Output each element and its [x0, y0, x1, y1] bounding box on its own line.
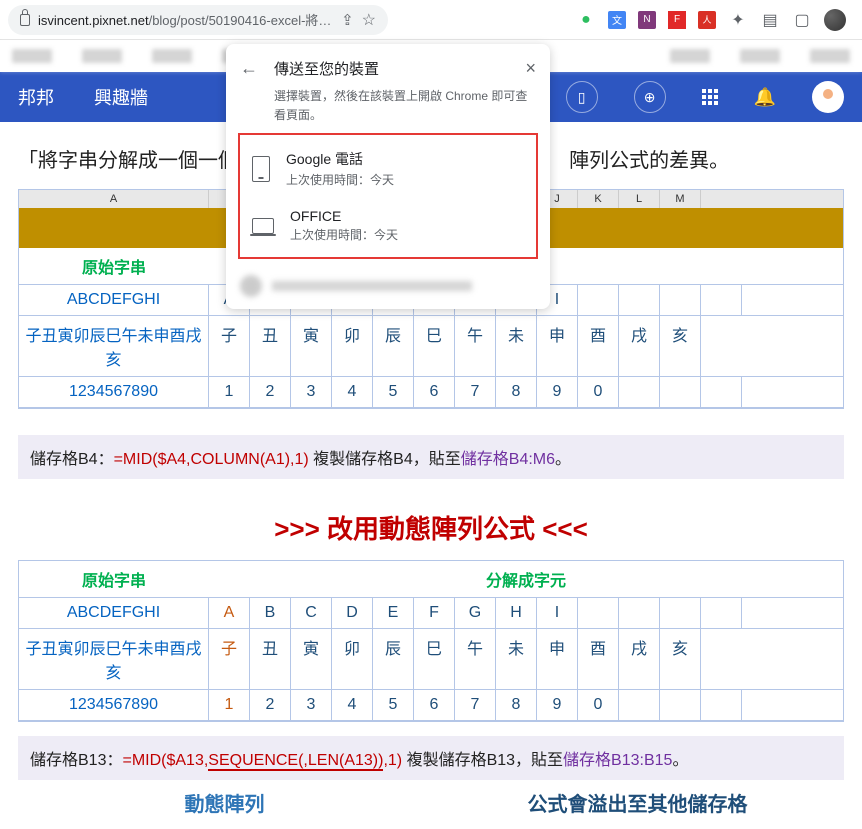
lock-icon	[20, 14, 30, 26]
share-icon[interactable]: ⇪	[341, 11, 354, 29]
user-avatar[interactable]	[812, 81, 844, 113]
window-icon[interactable]: ▢	[792, 10, 812, 30]
bottom-labels: 動態陣列 公式會溢出至其他儲存格	[18, 788, 844, 817]
excel-table-2: 原始字串 分解成字元 ABCDEFGHIABCDEFGHI子丑寅卯辰巳午未申酉戌…	[18, 560, 844, 722]
phone-icon	[252, 156, 270, 182]
nav-bangbang[interactable]: 邦邦	[18, 84, 54, 110]
device-name: OFFICE	[290, 208, 398, 224]
flipboard-icon[interactable]: F	[668, 11, 686, 29]
star-icon[interactable]: ☆	[362, 10, 376, 30]
table-row: 子丑寅卯辰巳午未申酉戌亥子丑寅卯辰巳午未申酉戌亥	[19, 315, 843, 376]
url-text: isvincent.pixnet.net/blog/post/50190416-…	[38, 10, 333, 29]
pdf-icon[interactable]: 人	[698, 11, 716, 29]
back-arrow-icon[interactable]: ←	[240, 58, 258, 79]
popup-subtitle: 選擇裝置，然後在該裝置上開啟 Chrome 即可查看頁面。	[226, 87, 550, 125]
formula-1: 儲存格B4：=MID($A4,COLUMN(A1),1) 複製儲存格B4，貼至儲…	[18, 435, 844, 479]
device-list: Google 電話 上次使用時間：今天 OFFICE 上次使用時間：今天	[238, 133, 538, 259]
device-sub: 上次使用時間：今天	[290, 226, 398, 243]
bell-icon[interactable]: 🔔	[754, 87, 776, 108]
chrome-address-bar: isvincent.pixnet.net/blog/post/50190416-…	[0, 0, 862, 40]
device-name: Google 電話	[286, 149, 394, 169]
bookmark-circle-icon[interactable]: ▯	[566, 81, 598, 113]
search-circle-icon[interactable]: ⊕	[634, 81, 666, 113]
send-to-device-popup: ← 傳送至您的裝置 × 選擇裝置，然後在該裝置上開啟 Chrome 即可查看頁面…	[226, 44, 550, 309]
table-row: ABCDEFGHIABCDEFGHI	[19, 597, 843, 628]
evernote-icon[interactable]: ●	[576, 10, 596, 30]
subheader-row: 原始字串 分解成字元	[19, 561, 843, 597]
formula-2: 儲存格B13：=MID($A13,SEQUENCE(,LEN(A13)),1) …	[18, 736, 844, 780]
extensions-icon[interactable]: ✦	[728, 10, 748, 30]
translate-icon[interactable]: 文	[608, 11, 626, 29]
url-box[interactable]: isvincent.pixnet.net/blog/post/50190416-…	[8, 5, 388, 35]
popup-title: 傳送至您的裝置	[274, 58, 379, 79]
device-google-phone[interactable]: Google 電話 上次使用時間：今天	[242, 139, 534, 198]
table-row: 12345678901234567890	[19, 689, 843, 721]
laptop-icon	[252, 218, 274, 234]
profile-avatar-icon[interactable]	[824, 9, 846, 31]
table-row: 子丑寅卯辰巳午未申酉戌亥子丑寅卯辰巳午未申酉戌亥	[19, 628, 843, 689]
table-row: 12345678901234567890	[19, 376, 843, 408]
extension-icons: ● 文 N F 人 ✦ ▤ ▢	[576, 9, 854, 31]
apps-grid-icon[interactable]	[702, 89, 718, 105]
device-office[interactable]: OFFICE 上次使用時間：今天	[242, 198, 534, 253]
dynamic-array-title: >>> 改用動態陣列公式 <<<	[18, 509, 844, 546]
nav-interest[interactable]: 興趣牆	[94, 84, 148, 110]
reading-list-icon[interactable]: ▤	[760, 10, 780, 30]
device-sub: 上次使用時間：今天	[286, 171, 394, 188]
onenote-icon[interactable]: N	[638, 11, 656, 29]
close-icon[interactable]: ×	[525, 58, 536, 79]
popup-footer	[226, 265, 550, 301]
